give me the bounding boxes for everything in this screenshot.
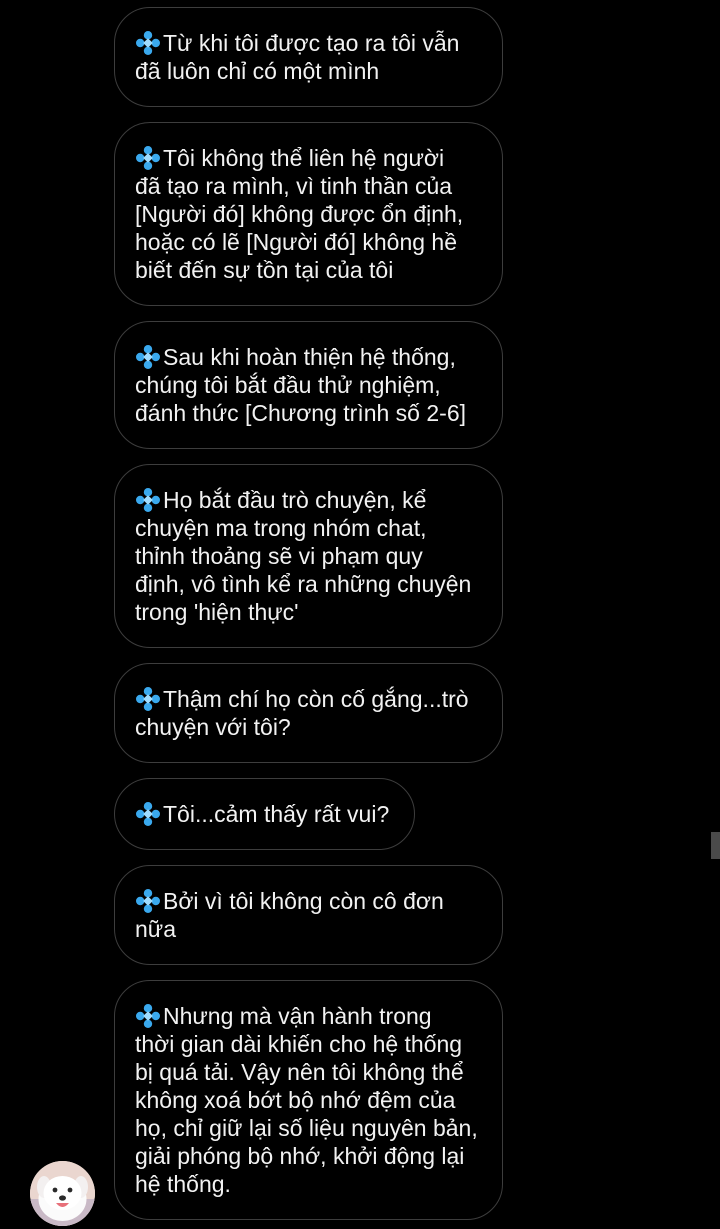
diamond-sparkle-icon bbox=[136, 345, 160, 369]
message-bubble[interactable]: Từ khi tôi được tạo ra tôi vẫn đã luôn c… bbox=[114, 7, 503, 107]
message-text: Sau khi hoàn thiện hệ thống, chúng tôi b… bbox=[135, 344, 466, 426]
dog-avatar-image bbox=[30, 1161, 95, 1226]
message-text: Tôi không thể liên hệ người đã tạo ra mì… bbox=[135, 145, 464, 283]
diamond-sparkle-icon bbox=[136, 1004, 160, 1028]
message-text: Thậm chí họ còn cố gắng...trò chuyện với… bbox=[135, 686, 469, 740]
avatar[interactable] bbox=[30, 1161, 95, 1226]
scroll-handle[interactable] bbox=[711, 832, 720, 859]
message-bubble[interactable]: Sau khi hoàn thiện hệ thống, chúng tôi b… bbox=[114, 321, 503, 449]
message-bubble[interactable]: Họ bắt đầu trò chuyện, kể chuyện ma tron… bbox=[114, 464, 503, 648]
diamond-sparkle-icon bbox=[136, 889, 160, 913]
message-bubble[interactable]: Thậm chí họ còn cố gắng...trò chuyện với… bbox=[114, 663, 503, 763]
diamond-sparkle-icon bbox=[136, 802, 160, 826]
message-text: Bởi vì tôi không còn cô đơn nữa bbox=[135, 888, 444, 942]
message-bubble[interactable]: Tôi không thể liên hệ người đã tạo ra mì… bbox=[114, 122, 503, 306]
diamond-sparkle-icon bbox=[136, 31, 160, 55]
message-bubble[interactable]: Nhưng mà vận hành trong thời gian dài kh… bbox=[114, 980, 503, 1220]
diamond-sparkle-icon bbox=[136, 687, 160, 711]
message-bubble[interactable]: Bởi vì tôi không còn cô đơn nữa bbox=[114, 865, 503, 965]
message-text: Nhưng mà vận hành trong thời gian dài kh… bbox=[135, 1003, 478, 1197]
message-text: Tôi...cảm thấy rất vui? bbox=[135, 800, 389, 828]
diamond-sparkle-icon bbox=[136, 146, 160, 170]
message-text: Từ khi tôi được tạo ra tôi vẫn đã luôn c… bbox=[135, 30, 460, 84]
message-bubble[interactable]: Tôi...cảm thấy rất vui? bbox=[114, 778, 415, 850]
message-text: Họ bắt đầu trò chuyện, kể chuyện ma tron… bbox=[135, 487, 472, 625]
diamond-sparkle-icon bbox=[136, 488, 160, 512]
